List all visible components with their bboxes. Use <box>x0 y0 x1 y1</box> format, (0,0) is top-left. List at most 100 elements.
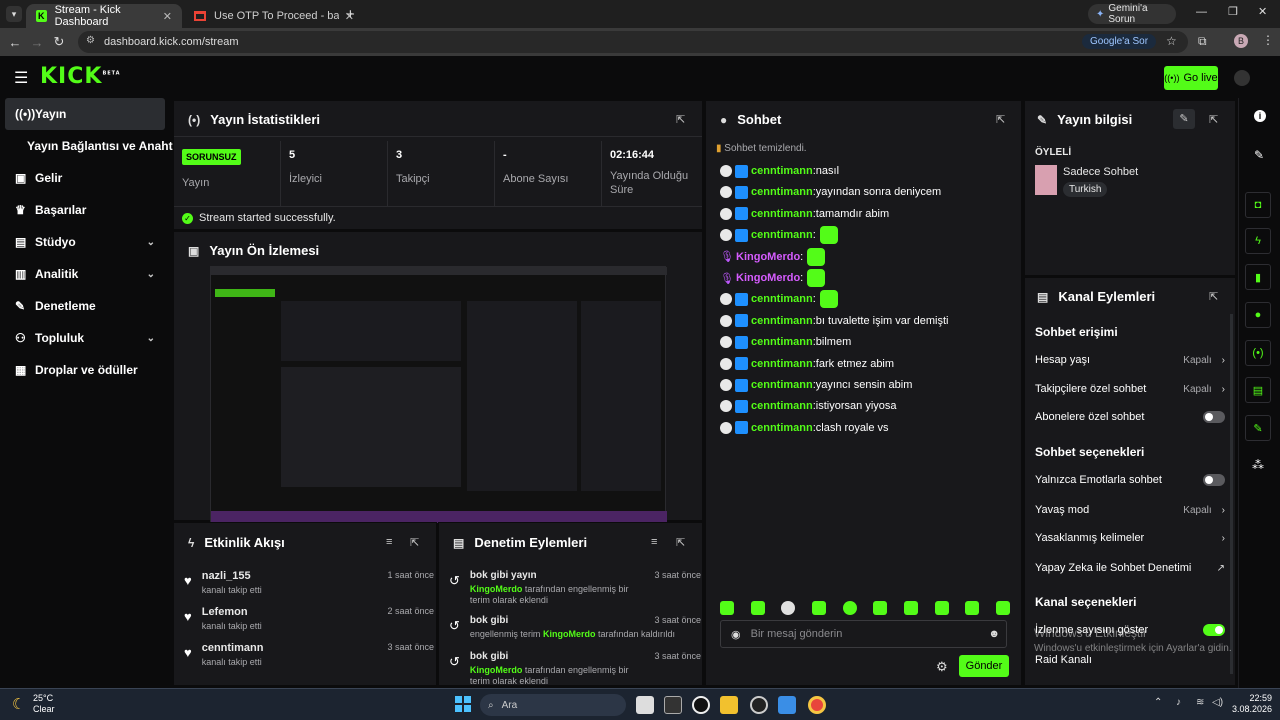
moderator-name[interactable]: KingoMerdo <box>470 584 523 594</box>
setting-banned-words[interactable]: Yasaklanmış kelimeler › <box>1035 532 1225 544</box>
file-explorer-icon[interactable] <box>720 696 738 714</box>
app-icon[interactable] <box>692 696 710 714</box>
gemini-button[interactable]: ✦ Gemini'a Sorun <box>1088 3 1176 25</box>
subs-only-toggle[interactable] <box>1203 411 1225 423</box>
setting-ai-moderation[interactable]: Yapay Zeka ile Sohbet Denetimi ↗ <box>1035 562 1225 574</box>
chat-username[interactable]: cenntimann <box>751 186 813 198</box>
hamburger-menu-icon[interactable]: ☰ <box>14 68 28 88</box>
edit-pencil-icon[interactable]: ✎ <box>1254 148 1264 162</box>
info-icon[interactable]: i <box>1254 110 1266 122</box>
broadcast-icon[interactable]: (•) <box>1245 340 1271 366</box>
popout-icon[interactable]: ⇱ <box>410 536 419 549</box>
chat-username[interactable]: cenntimann <box>751 165 813 177</box>
taskbar-search[interactable]: ⌕ Ara <box>480 694 626 716</box>
reload-icon[interactable]: ↻ <box>48 34 70 50</box>
tab-list-button[interactable]: ▾ <box>6 6 22 22</box>
emote-icon[interactable] <box>934 601 949 615</box>
sidebar-item-basarilar[interactable]: ♛ Başarılar <box>5 194 165 226</box>
document-icon[interactable]: ▮ <box>1245 264 1271 290</box>
chat-username[interactable]: cenntimann <box>751 379 813 391</box>
chat-username[interactable]: cenntimann <box>751 422 813 434</box>
edit-pencil-icon[interactable]: ✎ <box>1173 109 1195 129</box>
app-icon[interactable] <box>750 696 768 714</box>
emote-icon[interactable] <box>842 601 857 615</box>
profile-avatar[interactable]: B <box>1234 34 1248 48</box>
chat-username[interactable]: KingoMerdo <box>736 272 800 284</box>
emote-icon[interactable] <box>873 601 888 615</box>
clock[interactable]: 22:59 3.08.2026 <box>1232 693 1272 715</box>
maximize-icon[interactable]: ❐ <box>1228 5 1238 18</box>
category-thumbnail[interactable] <box>1035 165 1057 195</box>
emote-only-toggle[interactable] <box>1203 474 1225 486</box>
microphone-icon[interactable]: ♪ <box>1176 697 1181 708</box>
sidebar-item-topluluk[interactable]: ⚇ Topluluk ⌄ <box>5 322 165 354</box>
bookmark-star-icon[interactable]: ☆ <box>1166 34 1177 48</box>
emote-icon[interactable] <box>811 601 826 615</box>
chat-username[interactable]: cenntimann <box>751 208 813 220</box>
chevron-up-icon[interactable]: ⌃ <box>1154 697 1162 708</box>
extensions-icon[interactable]: ⧉ <box>1198 34 1207 49</box>
sidebar-item-gelir[interactable]: ▣ Gelir <box>5 162 165 194</box>
close-icon[interactable]: ✕ <box>163 10 172 23</box>
view-count-toggle[interactable] <box>1203 624 1225 636</box>
emote-icon[interactable] <box>965 601 980 615</box>
popout-icon[interactable]: ⇱ <box>676 536 685 549</box>
emote-icon[interactable] <box>781 601 796 615</box>
popout-icon[interactable]: ⇱ <box>1209 113 1218 126</box>
chat-username[interactable]: cenntimann <box>751 336 813 348</box>
popout-icon[interactable]: ⇱ <box>996 113 1005 126</box>
setting-raid[interactable]: Raid Kanalı <box>1035 654 1225 666</box>
tab-kick-dashboard[interactable]: K Stream - Kick Dashboard ✕ <box>26 4 182 28</box>
tag-chip[interactable]: Turkish <box>1063 182 1108 197</box>
chat-input[interactable]: ◉ Bir mesaj gönderin ☻ <box>720 620 1007 648</box>
back-icon[interactable]: ← <box>4 35 26 50</box>
site-info-icon[interactable]: ⚙ <box>86 35 95 46</box>
emote-icon[interactable] <box>995 601 1010 615</box>
volume-icon[interactable]: ◁) <box>1212 697 1223 708</box>
popout-icon[interactable]: ⇱ <box>1209 290 1218 303</box>
moderator-name[interactable]: KingoMerdo <box>470 665 523 675</box>
go-live-button[interactable]: ((•)) Go live <box>1164 66 1218 90</box>
chat-username[interactable]: cenntimann <box>751 229 813 241</box>
weather-widget[interactable]: 25°C Clear <box>33 693 55 715</box>
stream-preview-video[interactable] <box>210 266 667 523</box>
sidebar-item-studyo[interactable]: ▤ Stüdyo ⌄ <box>5 226 165 258</box>
lightning-icon[interactable]: ϟ <box>1245 228 1271 254</box>
emoji-icon[interactable]: ☻ <box>988 628 1000 640</box>
emote-icon[interactable] <box>720 601 734 615</box>
windows-start-icon[interactable] <box>455 696 471 712</box>
menu-dots-icon[interactable]: ⋮ <box>1262 33 1274 47</box>
kick-logo[interactable]: KICKBETA <box>40 64 121 89</box>
close-window-icon[interactable]: ✕ <box>1258 5 1267 18</box>
chat-username[interactable]: cenntimann <box>751 315 813 327</box>
sidebar-item-denetleme[interactable]: ✎ Denetleme <box>5 290 165 322</box>
sidebar-item-yayin[interactable]: ((•)) Yayın <box>5 98 165 130</box>
widgets-icon[interactable] <box>664 696 682 714</box>
minimize-icon[interactable]: — <box>1196 6 1207 18</box>
scrollbar[interactable] <box>1230 314 1233 674</box>
share-icon[interactable]: ⁂ <box>1252 458 1264 472</box>
moderator-name[interactable]: KingoMerdo <box>543 629 596 639</box>
emote-icon[interactable] <box>750 601 765 615</box>
send-button[interactable]: Gönder <box>959 655 1009 677</box>
chat-username[interactable]: cenntimann <box>751 293 813 305</box>
tab-otp[interactable]: Use OTP To Proceed - babanne ✕ <box>184 4 364 28</box>
google-ask-pill[interactable]: Google'a Sor <box>1082 34 1157 49</box>
popout-icon[interactable]: ⇱ <box>676 113 685 126</box>
setting-slow-mode[interactable]: Yavaş mod Kapalı › <box>1035 504 1225 516</box>
sidebar-item-analitik[interactable]: ▥ Analitik ⌄ <box>5 258 165 290</box>
forward-icon[interactable]: → <box>26 35 48 50</box>
setting-followers-only[interactable]: Takipçilere özel sohbet Kapalı › <box>1035 383 1225 395</box>
task-view-icon[interactable] <box>636 696 654 714</box>
filter-icon[interactable]: ≡ <box>651 536 657 548</box>
url-field[interactable]: ⚙ dashboard.kick.com/stream Google'a Sor… <box>78 31 1188 53</box>
wifi-icon[interactable]: ≋ <box>1196 697 1204 708</box>
user-avatar[interactable] <box>1234 70 1250 86</box>
chrome-icon[interactable] <box>808 696 826 714</box>
emote-icon[interactable] <box>903 601 918 615</box>
chat-settings-gear-icon[interactable]: ⚙ <box>936 659 948 675</box>
new-tab-icon[interactable]: + <box>346 6 355 23</box>
wrench-icon[interactable]: ✎ <box>1245 415 1271 441</box>
chat-username[interactable]: cenntimann <box>751 358 813 370</box>
filter-icon[interactable]: ≡ <box>386 536 392 548</box>
